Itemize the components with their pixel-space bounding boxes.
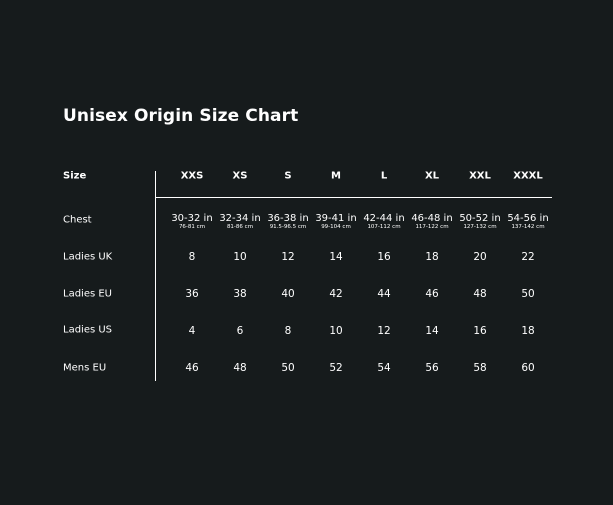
table-cell: 10 xyxy=(233,251,247,263)
chest-inches: 32-34 in xyxy=(219,212,261,224)
table-cell: 20 xyxy=(473,251,487,263)
table-cell: 18 xyxy=(521,325,535,337)
size-header-xxxl: XXXL xyxy=(513,170,543,182)
row-label-ladies-us: Ladies US xyxy=(63,324,113,336)
size-header-l: L xyxy=(380,170,388,182)
table-cell: 48 xyxy=(473,288,487,300)
table-cell: 44 xyxy=(377,288,391,300)
row-label-mens-eu: Mens EU xyxy=(63,362,107,374)
chest-inches: 50-52 in xyxy=(459,212,501,224)
table-cell: 16 xyxy=(377,251,391,263)
table-cell: 46 xyxy=(425,288,439,300)
table-cell: 4 xyxy=(188,325,196,337)
table-cell: 50 xyxy=(521,288,535,300)
size-header-s: S xyxy=(284,170,292,182)
chest-cm: 137-142 cm xyxy=(511,223,545,230)
table-cell: 8 xyxy=(188,251,196,263)
row-label-ladies-uk: Ladies UK xyxy=(63,251,113,263)
vertical-divider xyxy=(155,171,156,381)
size-header-xxs: XXS xyxy=(180,170,204,182)
size-header-m: M xyxy=(331,170,341,182)
chest-cell: 36-38 in 91.5-96.5 cm xyxy=(263,212,313,231)
chest-cell: 39-41 in 99-104 cm xyxy=(311,212,361,231)
table-cell: 38 xyxy=(233,288,247,300)
table-cell: 42 xyxy=(329,288,343,300)
table-cell: 46 xyxy=(185,362,199,374)
table-cell: 56 xyxy=(425,362,439,374)
chest-cell: 46-48 in 117-122 cm xyxy=(407,212,457,231)
chest-cm: 81-86 cm xyxy=(226,223,254,230)
chest-cell: 42-44 in 107-112 cm xyxy=(359,212,409,231)
chest-cm: 76-81 cm xyxy=(178,223,206,230)
chest-cm: 117-122 cm xyxy=(415,223,449,230)
chest-inches: 30-32 in xyxy=(171,212,213,224)
chest-cm: 127-132 cm xyxy=(463,223,497,230)
table-cell: 36 xyxy=(185,288,199,300)
chest-cell: 32-34 in 81-86 cm xyxy=(215,212,265,231)
chest-inches: 42-44 in xyxy=(363,212,405,224)
table-cell: 6 xyxy=(236,325,244,337)
table-cell: 8 xyxy=(284,325,292,337)
chest-cell: 54-56 in 137-142 cm xyxy=(503,212,553,231)
table-cell: 50 xyxy=(281,362,295,374)
table-cell: 54 xyxy=(377,362,391,374)
table-cell: 12 xyxy=(281,251,295,263)
row-label-chest: Chest xyxy=(63,214,92,226)
table-cell: 48 xyxy=(233,362,247,374)
chest-cm: 99-104 cm xyxy=(321,223,351,230)
table-cell: 10 xyxy=(329,325,343,337)
table-cell: 58 xyxy=(473,362,487,374)
table-cell: 60 xyxy=(521,362,535,374)
chest-cell: 30-32 in 76-81 cm xyxy=(167,212,217,231)
size-header-xl: XL xyxy=(424,170,440,182)
chest-cm: 107-112 cm xyxy=(367,223,401,230)
header-divider xyxy=(155,197,552,198)
table-cell: 22 xyxy=(521,251,535,263)
chest-inches: 39-41 in xyxy=(315,212,357,224)
table-cell: 52 xyxy=(329,362,343,374)
chest-cell: 50-52 in 127-132 cm xyxy=(455,212,505,231)
table-cell: 12 xyxy=(377,325,391,337)
size-header-xs: XS xyxy=(232,170,248,182)
table-cell: 16 xyxy=(473,325,487,337)
table-cell: 14 xyxy=(425,325,439,337)
chest-inches: 46-48 in xyxy=(411,212,453,224)
size-header-label: Size xyxy=(63,170,87,182)
table-cell: 14 xyxy=(329,251,343,263)
size-header-xxl: XXL xyxy=(469,170,491,182)
chest-inches: 36-38 in xyxy=(267,212,309,224)
page-title: Unisex Origin Size Chart xyxy=(63,106,299,126)
table-cell: 18 xyxy=(425,251,439,263)
chest-cm: 91.5-96.5 cm xyxy=(269,223,307,230)
chest-inches: 54-56 in xyxy=(507,212,549,224)
table-cell: 40 xyxy=(281,288,295,300)
row-label-ladies-eu: Ladies EU xyxy=(63,288,113,300)
